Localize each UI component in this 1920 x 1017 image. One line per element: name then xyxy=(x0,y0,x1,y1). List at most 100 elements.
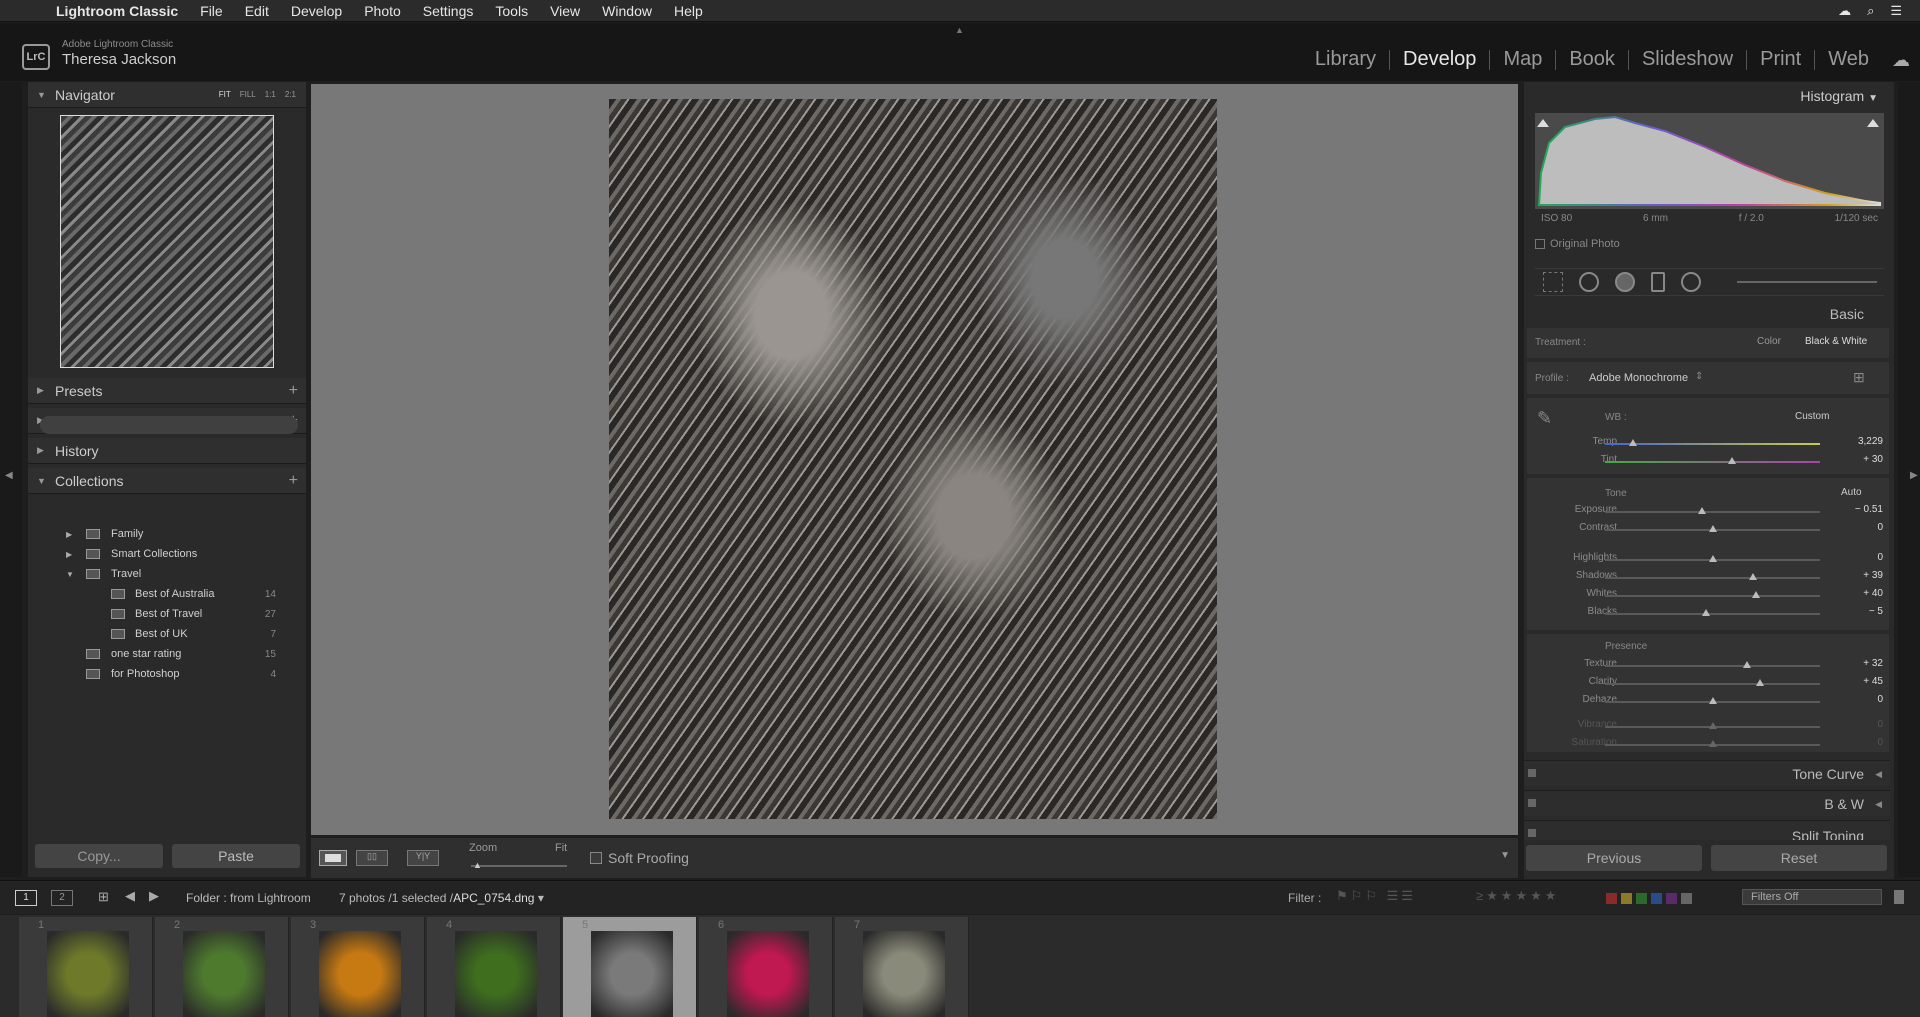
treatment-bw-button[interactable]: Black & White xyxy=(1805,336,1867,347)
module-print[interactable]: Print xyxy=(1747,48,1814,71)
presets-header[interactable]: ▶ Presets + xyxy=(28,378,306,404)
color-label-swatch[interactable] xyxy=(1681,893,1692,904)
menu-view[interactable]: View xyxy=(550,3,580,19)
loupe-view-button[interactable] xyxy=(319,850,347,866)
collection-for-photoshop[interactable]: for Photoshop 4 xyxy=(34,664,300,684)
paste-settings-button[interactable]: Paste xyxy=(172,844,300,868)
basic-header[interactable]: Basic xyxy=(1524,302,1890,326)
whites-value[interactable]: + 40 xyxy=(1843,588,1883,599)
shadows-slider[interactable]: Shadows + 39 xyxy=(1527,570,1889,586)
collapsed-triangle-icon[interactable]: ▶ xyxy=(66,530,72,539)
photo-count[interactable]: 7 photos /1 selected /APC_0754.dng ▾ xyxy=(339,891,544,905)
top-panel-toggle-icon[interactable]: ▲ xyxy=(955,25,964,35)
filter-preset-dropdown[interactable]: Filters Off xyxy=(1742,889,1882,905)
control-center-icon[interactable]: ☰ xyxy=(1890,3,1902,19)
saturation-value[interactable]: 0 xyxy=(1843,737,1883,748)
vibrance-knob[interactable] xyxy=(1708,722,1717,729)
grid-view-icon[interactable]: ⊞ xyxy=(98,889,109,905)
collapsed-triangle-icon[interactable]: ▶ xyxy=(66,550,72,559)
filmstrip-thumbnail[interactable]: 7 xyxy=(835,917,969,1017)
module-library[interactable]: Library xyxy=(1302,48,1389,71)
vibrance-value[interactable]: 0 xyxy=(1843,719,1883,730)
second-window-button[interactable]: 2 xyxy=(51,890,73,906)
blacks-track[interactable] xyxy=(1605,613,1820,615)
blacks-value[interactable]: − 5 xyxy=(1843,606,1883,617)
zoom-slider[interactable] xyxy=(471,865,567,867)
crop-tool-icon[interactable] xyxy=(1543,272,1563,292)
module-map[interactable]: Map xyxy=(1490,48,1555,71)
menu-develop[interactable]: Develop xyxy=(291,3,342,19)
nav-fill[interactable]: FILL xyxy=(240,90,256,99)
contrast-knob[interactable] xyxy=(1708,525,1717,532)
exposure-knob[interactable] xyxy=(1697,507,1706,514)
blacks-knob[interactable] xyxy=(1702,609,1711,616)
histogram[interactable] xyxy=(1535,113,1884,209)
split-toning-header[interactable]: Split Toning xyxy=(1524,820,1890,840)
menu-photo[interactable]: Photo xyxy=(364,3,401,19)
filmstrip-thumbnail[interactable]: 6 xyxy=(699,917,833,1017)
shadows-track[interactable] xyxy=(1605,577,1820,579)
saturation-knob[interactable] xyxy=(1708,740,1717,747)
right-panel-toggle-icon[interactable]: ▶ xyxy=(1910,470,1918,481)
collection-one-star-rating[interactable]: one star rating 15 xyxy=(34,644,300,664)
collection-set-travel[interactable]: ▼ Travel xyxy=(34,564,300,584)
clarity-track[interactable] xyxy=(1605,683,1820,685)
tint-value[interactable]: + 30 xyxy=(1843,454,1883,465)
shadows-knob[interactable] xyxy=(1749,573,1758,580)
histogram-header[interactable]: Histogram ▼ xyxy=(1524,84,1890,108)
panel-toggle-switch[interactable] xyxy=(1528,799,1536,807)
graduated-filter-icon[interactable] xyxy=(1651,272,1665,292)
before-after-mode-button[interactable]: Y|Y xyxy=(407,850,439,866)
spot-removal-icon[interactable] xyxy=(1579,272,1599,292)
panel-toggle-switch[interactable] xyxy=(1528,769,1536,777)
temp-value[interactable]: 3,229 xyxy=(1843,436,1883,447)
original-photo-toggle[interactable]: Original Photo xyxy=(1535,238,1620,250)
module-develop[interactable]: Develop xyxy=(1390,48,1489,71)
dehaze-value[interactable]: 0 xyxy=(1843,694,1883,705)
menu-help[interactable]: Help xyxy=(674,3,703,19)
creative-cloud-icon[interactable]: ☁ xyxy=(1838,3,1851,19)
texture-slider[interactable]: Texture + 32 xyxy=(1527,658,1889,674)
menu-app-name[interactable]: Lightroom Classic xyxy=(56,3,178,19)
clarity-slider[interactable]: Clarity + 45 xyxy=(1527,676,1889,692)
dehaze-knob[interactable] xyxy=(1708,697,1717,704)
history-header[interactable]: ▶ History xyxy=(28,438,306,464)
collections-header[interactable]: ▼ Collections + xyxy=(28,468,306,494)
nav-2-1[interactable]: 2:1 xyxy=(285,90,296,99)
toolbar-menu-icon[interactable]: ▼ xyxy=(1500,850,1510,861)
menu-window[interactable]: Window xyxy=(602,3,652,19)
navigator-preview[interactable] xyxy=(60,115,274,368)
menu-settings[interactable]: Settings xyxy=(423,3,474,19)
texture-track[interactable] xyxy=(1605,665,1820,667)
highlights-slider[interactable]: Highlights 0 xyxy=(1527,552,1889,568)
collection-filter-input[interactable] xyxy=(40,416,298,434)
flag-filter-icons[interactable]: ⚑⚐⚐ ☰☰ xyxy=(1336,888,1416,904)
color-label-swatch[interactable] xyxy=(1651,893,1662,904)
filmstrip-thumbnail[interactable]: 5 xyxy=(563,917,697,1017)
auto-tone-button[interactable]: Auto xyxy=(1841,487,1862,498)
source-folder-label[interactable]: Folder : from Lightroom xyxy=(186,891,311,905)
profile-dropdown[interactable]: Adobe Monochrome xyxy=(1589,372,1688,384)
filmstrip-thumbnail[interactable]: 2 xyxy=(155,917,289,1017)
add-collection-icon[interactable]: + xyxy=(289,472,298,490)
eyedropper-icon[interactable]: ✎ xyxy=(1537,408,1552,429)
whites-slider[interactable]: Whites + 40 xyxy=(1527,588,1889,604)
nav-fit[interactable]: FIT xyxy=(219,90,231,99)
chevron-updown-icon[interactable]: ⇕ xyxy=(1695,371,1703,382)
cloud-sync-icon[interactable]: ☁ xyxy=(1892,50,1910,71)
clarity-value[interactable]: + 45 xyxy=(1843,676,1883,687)
red-eye-icon[interactable] xyxy=(1615,272,1635,292)
module-book[interactable]: Book xyxy=(1556,48,1628,71)
collection-best-of-travel[interactable]: Best of Travel 27 xyxy=(34,604,300,624)
original-photo-checkbox[interactable] xyxy=(1535,239,1545,250)
previous-button[interactable]: Previous xyxy=(1526,845,1702,871)
shadows-value[interactable]: + 39 xyxy=(1843,570,1883,581)
main-window-button[interactable]: 1 xyxy=(15,890,37,906)
main-photo[interactable] xyxy=(609,99,1217,819)
color-label-filter[interactable] xyxy=(1606,893,1692,904)
collection-set-family[interactable]: ▶ Family xyxy=(34,524,300,544)
color-label-swatch[interactable] xyxy=(1666,893,1677,904)
texture-value[interactable]: + 32 xyxy=(1843,658,1883,669)
navigator-header[interactable]: ▼ Navigator FIT FILL 1:1 2:1 xyxy=(28,82,306,108)
clarity-knob[interactable] xyxy=(1755,679,1764,686)
